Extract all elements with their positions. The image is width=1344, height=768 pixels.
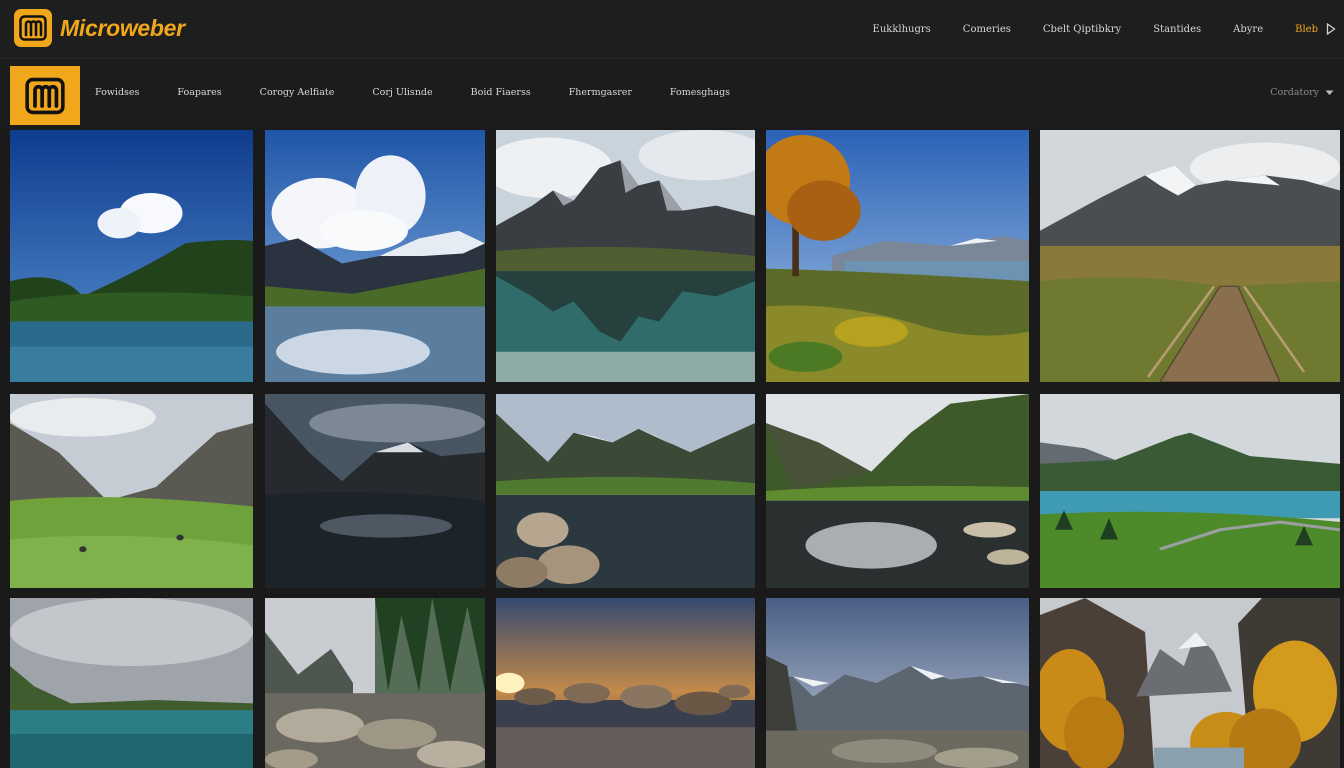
category-item[interactable]: Foapares [177, 87, 221, 98]
play-arrow-icon[interactable] [1324, 22, 1338, 36]
header-nav-item[interactable]: Eukklhugrs [873, 24, 931, 35]
category-item[interactable]: Fhermgasrer [569, 87, 632, 98]
photo-tile[interactable] [496, 394, 755, 588]
category-item[interactable]: Fomesghags [670, 87, 730, 98]
header-nav-item[interactable]: Cbelt Qiptibkry [1043, 24, 1121, 35]
photo-tile[interactable] [1040, 130, 1340, 382]
category-nav: Fowidses Foapares Corogy Aelfiate Corj U… [95, 84, 768, 100]
microweber-logo-icon [14, 9, 52, 47]
chevron-down-icon [1325, 83, 1334, 101]
category-select-label: Cordatory [1270, 86, 1319, 98]
photo-tile[interactable] [10, 394, 253, 588]
header-nav-item[interactable]: Comeries [963, 24, 1011, 35]
header-nav: Eukklhugrs Comeries Cbelt Qiptibkry Stan… [873, 19, 1344, 39]
category-item[interactable]: Fowidses [95, 87, 139, 98]
photo-tile[interactable] [10, 598, 253, 768]
photo-tile[interactable] [766, 394, 1029, 588]
photo-tile[interactable] [265, 598, 485, 768]
category-bar: Fowidses Foapares Corogy Aelfiate Corj U… [0, 60, 1344, 126]
photo-tile[interactable] [265, 130, 485, 382]
top-header: Microweber Eukklhugrs Comeries Cbelt Qip… [0, 0, 1344, 59]
header-nav-item[interactable]: Stantides [1153, 24, 1201, 35]
brand[interactable]: Microweber [14, 8, 185, 48]
microweber-logo-icon[interactable] [10, 66, 80, 125]
photo-tile[interactable] [496, 130, 755, 382]
category-item[interactable]: Corogy Aelfiate [260, 87, 335, 98]
photo-tile[interactable] [265, 394, 485, 588]
brand-name: Microweber [60, 14, 185, 41]
photo-tile[interactable] [10, 130, 253, 382]
category-select[interactable]: Cordatory [1270, 84, 1334, 100]
photo-tile[interactable] [496, 598, 755, 768]
category-item[interactable]: Corj Ulisnde [372, 87, 432, 98]
photo-tile[interactable] [1040, 598, 1340, 768]
category-item[interactable]: Boid Fiaerss [471, 87, 531, 98]
photo-tile[interactable] [766, 598, 1029, 768]
photo-tile[interactable] [1040, 394, 1340, 588]
header-nav-accent-item[interactable]: Bleb [1295, 24, 1318, 35]
header-nav-item[interactable]: Abyre [1233, 24, 1263, 35]
photo-tile[interactable] [766, 130, 1029, 382]
